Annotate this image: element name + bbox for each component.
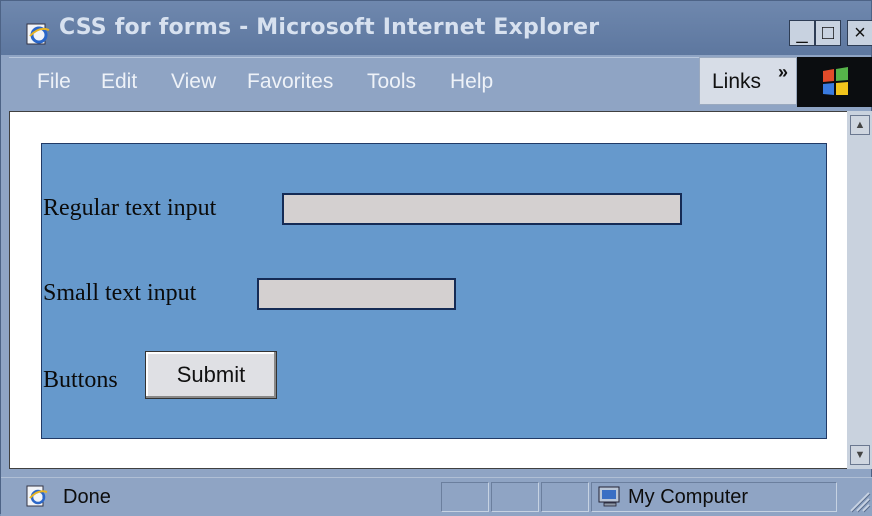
done-page-icon <box>26 485 48 507</box>
menu-help[interactable]: Help <box>450 70 493 94</box>
my-computer-icon <box>598 486 620 507</box>
window-title: CSS for forms - Microsoft Internet Explo… <box>59 15 600 40</box>
menu-bar: File Edit View Favorites Tools Help <box>9 57 699 108</box>
close-button[interactable]: × <box>847 20 872 46</box>
menu-view[interactable]: View <box>171 70 216 94</box>
status-cell <box>441 482 489 512</box>
zone-label: My Computer <box>628 486 749 508</box>
menu-favorites[interactable]: Favorites <box>247 70 333 94</box>
regular-input-label: Regular text input <box>43 195 217 221</box>
minimize-button[interactable]: _ <box>789 20 815 46</box>
menu-file[interactable]: File <box>37 70 71 94</box>
small-input-label: Small text input <box>43 280 197 306</box>
regular-text-input[interactable] <box>282 193 682 225</box>
submit-button[interactable]: Submit <box>145 351 277 399</box>
scroll-up-button[interactable]: ▲ <box>850 115 870 135</box>
status-bar: Done My Computer <box>1 477 872 516</box>
buttons-label: Buttons <box>43 367 118 393</box>
small-text-input[interactable] <box>257 278 456 310</box>
windows-flag-graphic <box>823 67 848 95</box>
windows-logo-icon <box>797 57 872 107</box>
maximize-button[interactable]: □ <box>815 20 841 46</box>
status-cell <box>541 482 589 512</box>
scroll-down-button[interactable]: ▼ <box>850 445 870 465</box>
browser-window: CSS for forms - Microsoft Internet Explo… <box>0 0 872 516</box>
menu-edit[interactable]: Edit <box>101 70 137 94</box>
status-text: Done <box>63 486 111 508</box>
vertical-scrollbar[interactable]: ▲ ▼ <box>847 111 872 469</box>
links-label: Links <box>712 70 762 93</box>
resize-grip-icon[interactable] <box>843 485 871 513</box>
links-chevron-icon[interactable]: » <box>778 62 788 83</box>
status-cell <box>491 482 539 512</box>
links-toolbar[interactable]: Links » <box>699 57 797 105</box>
ie-page-icon <box>26 23 50 45</box>
title-bar[interactable]: CSS for forms - Microsoft Internet Explo… <box>1 1 872 55</box>
menu-tools[interactable]: Tools <box>367 70 416 94</box>
zone-cell: My Computer <box>591 482 837 512</box>
